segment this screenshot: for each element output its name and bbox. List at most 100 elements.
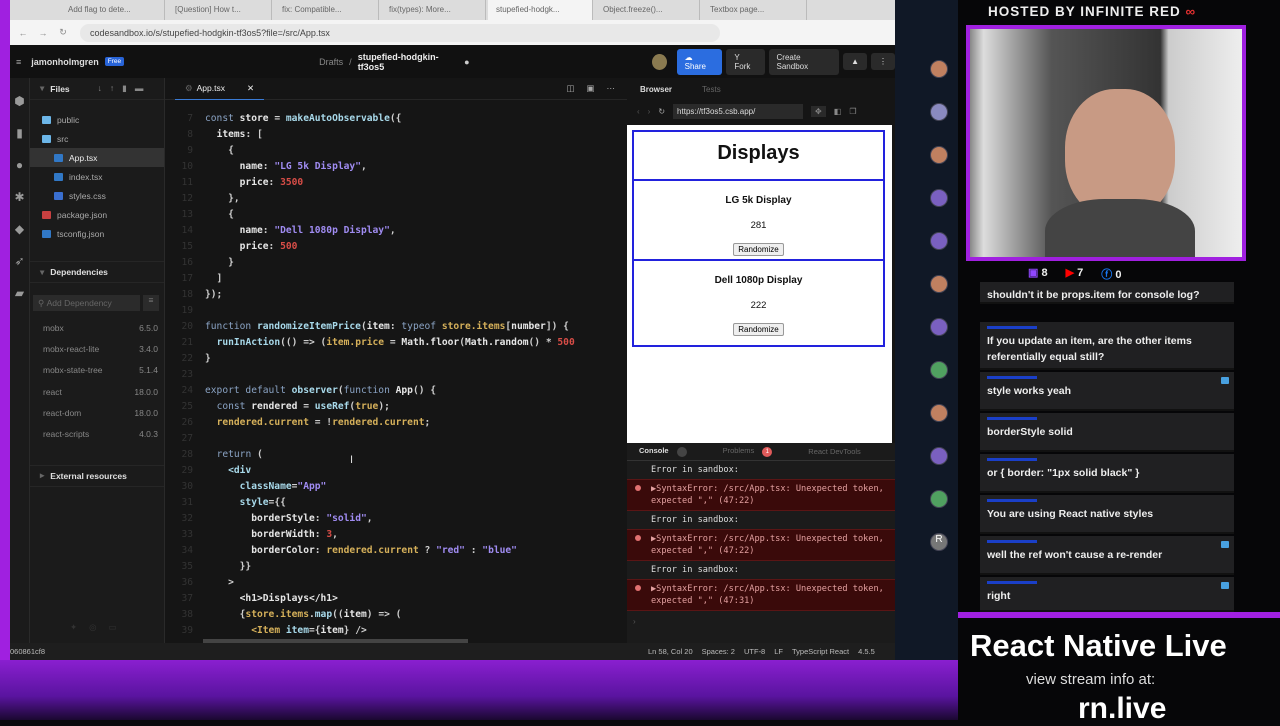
file-item[interactable]: src xyxy=(30,129,164,148)
social-icons[interactable]: ✦◎▭ xyxy=(70,622,129,633)
file-item[interactable]: public xyxy=(30,110,164,129)
dependency-version: 4.0.3 xyxy=(139,429,158,440)
language-mode[interactable]: TypeScript React xyxy=(792,647,849,656)
randomize-button[interactable]: Randomize xyxy=(733,243,784,256)
chat-text: shouldn't it be props.item for console l… xyxy=(987,289,1200,301)
more-menu-icon[interactable]: ⋮ xyxy=(870,53,895,70)
tab-problems[interactable]: Problems 1 xyxy=(723,446,773,457)
share-button[interactable]: ☁ Share xyxy=(676,48,723,75)
avatar[interactable] xyxy=(930,490,948,508)
code-token: function xyxy=(343,385,396,396)
file-item[interactable]: App.tsx xyxy=(30,148,164,167)
console-input[interactable]: › xyxy=(627,611,895,626)
avatar[interactable] xyxy=(930,275,948,293)
indentation[interactable]: Spaces: 2 xyxy=(702,647,735,656)
breadcrumb-drafts[interactable]: Drafts xyxy=(319,57,343,67)
tab-app-tsx[interactable]: ⚙ App.tsx ✕ xyxy=(175,78,265,100)
ts-version[interactable]: 4.5.5 xyxy=(858,647,875,656)
browser-tab[interactable]: fix: Compatible... xyxy=(274,0,379,20)
gear-icon[interactable]: ✱ xyxy=(10,190,29,204)
avatar[interactable] xyxy=(930,232,948,250)
commit-hash: 060861cf8 xyxy=(10,647,46,656)
browser-tab[interactable]: Object.freeze()... xyxy=(595,0,700,20)
file-item[interactable]: tsconfig.json xyxy=(30,224,164,243)
tab-react-devtools[interactable]: React DevTools xyxy=(808,447,861,456)
code-lines: 7 const store = makeAutoObservable({8 ite… xyxy=(165,111,627,639)
error-message[interactable]: ▶SyntaxError: /src/App.tsx: Unexpected t… xyxy=(627,479,895,511)
dependency-item[interactable]: mobx-react-lite 3.4.0 xyxy=(30,338,164,359)
tab-tests[interactable]: Tests xyxy=(702,85,721,94)
file-item[interactable]: styles.css xyxy=(30,186,164,205)
dependency-item[interactable]: react 18.0.0 xyxy=(30,381,164,402)
sandbox-name[interactable]: stupefied-hodgkin-tf3os5 xyxy=(358,52,459,72)
randomize-button[interactable]: Randomize xyxy=(733,323,784,336)
avatar[interactable] xyxy=(930,60,948,78)
line-number: 30 xyxy=(181,481,193,492)
reload-icon[interactable]: ↻ xyxy=(56,27,70,38)
line-ending[interactable]: LF xyxy=(774,647,783,656)
code-token: ; xyxy=(424,417,431,428)
chat-text: If you update an item, are the other ite… xyxy=(987,335,1192,363)
file-item[interactable]: package.json xyxy=(30,205,164,224)
avatar[interactable] xyxy=(930,361,948,379)
browser-tab[interactable]: Textbox page... xyxy=(702,0,807,20)
tab-browser[interactable]: Browser xyxy=(640,85,672,94)
fork-button[interactable]: Y Fork xyxy=(726,48,765,75)
avatar[interactable] xyxy=(651,53,667,70)
error-message[interactable]: ▶SyntaxError: /src/App.tsx: Unexpected t… xyxy=(627,529,895,561)
avatar[interactable] xyxy=(930,103,948,121)
avatar[interactable] xyxy=(930,146,948,164)
encoding[interactable]: UTF-8 xyxy=(744,647,765,656)
tab-console[interactable]: Console xyxy=(639,446,687,457)
cursor-position[interactable]: Ln 58, Col 20 xyxy=(648,647,693,656)
avatar[interactable] xyxy=(930,189,948,207)
viewer-counts: ▣ 8 ▶ 7 ⓕ 0 xyxy=(1028,266,1121,282)
file-actions-icons[interactable]: ↓↑▮▬ xyxy=(98,83,152,94)
external-resources-header[interactable]: ▸ External resources xyxy=(30,464,164,487)
code-token: = ! xyxy=(308,417,333,428)
avatar[interactable] xyxy=(930,404,948,422)
dependency-item[interactable]: react-dom 18.0.0 xyxy=(30,402,164,423)
avatar[interactable] xyxy=(930,318,948,336)
refresh-icon[interactable]: ↻ xyxy=(658,107,665,116)
forward-icon[interactable]: → xyxy=(36,28,50,38)
dependencies-header[interactable]: ▾ Dependencies xyxy=(30,261,164,283)
dependency-version: 3.4.0 xyxy=(139,343,158,354)
error-message[interactable]: ▶SyntaxError: /src/App.tsx: Unexpected t… xyxy=(627,579,895,611)
add-dependency-input[interactable]: ⚲ Add Dependency xyxy=(33,295,140,311)
github-icon[interactable]: ◆ xyxy=(10,222,29,236)
folder-icon xyxy=(42,115,51,124)
preview-url-input[interactable]: https://tf3os5.csb.app/ xyxy=(673,104,804,119)
browser-tab[interactable]: Add flag to dete... xyxy=(60,0,165,20)
file-item[interactable]: index.tsx xyxy=(30,167,164,186)
copy-icon[interactable]: ❐ xyxy=(849,107,856,116)
username[interactable]: jamonholmgren xyxy=(31,57,99,67)
dependency-item[interactable]: react-scripts 4.0.3 xyxy=(30,423,164,444)
back-icon[interactable]: ‹ xyxy=(637,107,640,116)
forward-icon[interactable]: › xyxy=(648,107,651,116)
menu-icon[interactable]: ≡ xyxy=(16,57,21,67)
url-input[interactable]: codesandbox.io/s/stupefied-hodgkin-tf3os… xyxy=(80,23,720,42)
users-icon[interactable]: ▰ xyxy=(10,286,29,300)
rocket-icon[interactable]: ➶ xyxy=(10,254,29,268)
dependency-item[interactable]: mobx 6.5.0 xyxy=(30,317,164,338)
search-icon[interactable]: ● xyxy=(10,158,29,172)
dependency-item[interactable]: mobx-state-tree 5.1.4 xyxy=(30,360,164,381)
browser-tab[interactable]: stupefied-hodgk... xyxy=(488,0,593,20)
notifications-icon[interactable]: ▲ xyxy=(843,53,867,70)
code-editor[interactable]: ⚙ App.tsx ✕ ◫▣⋯ 7 const store = makeAutoObs… xyxy=(165,78,627,643)
browser-tab[interactable]: [Question] How t... xyxy=(167,0,272,20)
back-icon[interactable]: ← xyxy=(16,28,30,38)
avatar[interactable]: R xyxy=(930,533,948,551)
open-window-icon[interactable]: ◧ xyxy=(834,107,842,116)
browser-tab[interactable]: fix(types): More... xyxy=(381,0,486,20)
close-icon[interactable]: ✕ xyxy=(247,83,254,94)
cube-icon[interactable]: ⬢ xyxy=(10,94,29,108)
avatar[interactable] xyxy=(930,447,948,465)
crosshair-icon[interactable]: ✥ xyxy=(811,106,826,117)
editor-actions[interactable]: ◫▣⋯ xyxy=(566,83,627,94)
list-icon[interactable]: ≡ xyxy=(143,295,159,311)
files-header[interactable]: ▾ Files ↓↑▮▬ xyxy=(30,78,164,100)
create-sandbox-button[interactable]: Create Sandbox xyxy=(768,48,840,75)
file-icon[interactable]: ▮ xyxy=(10,126,29,140)
